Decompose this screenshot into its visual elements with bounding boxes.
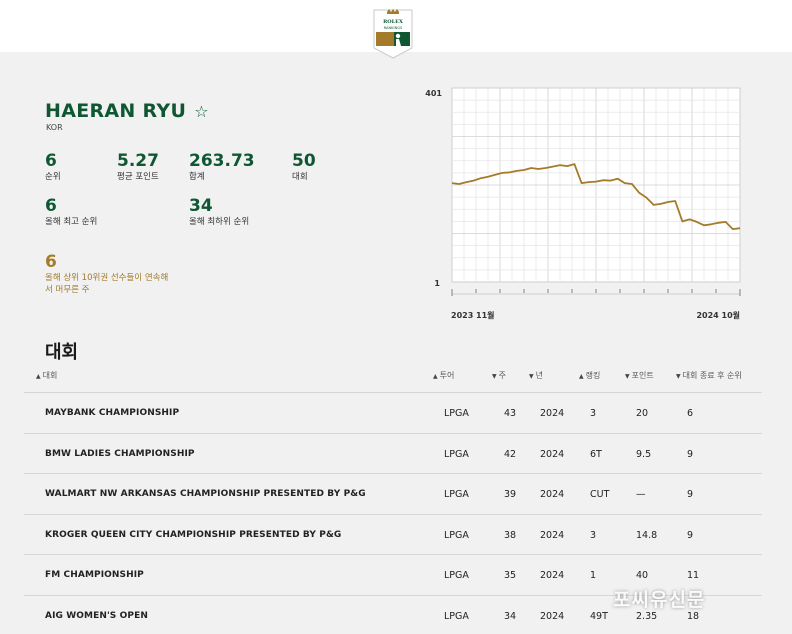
tournament-name[interactable]: KROGER QUEEN CITY CHAMPIONSHIP PRESENTED… — [45, 530, 341, 540]
year-cell: 2024 — [540, 570, 565, 581]
tour-cell: LPGA — [444, 489, 469, 500]
sort-up-icon: ▲ — [433, 373, 438, 380]
points-cell: 40 — [636, 570, 649, 581]
stat-weeks-in-top-10: 6 올해 상위 10위권 선수들이 연속해서 머무른 주 — [45, 252, 169, 295]
column-header-week[interactable]: ▼ 주 — [492, 370, 506, 381]
stat-rank: 6 순위 — [45, 151, 61, 182]
sort-up-icon: ▲ — [579, 373, 584, 380]
table-row[interactable]: KROGER QUEEN CITY CHAMPIONSHIP PRESENTED… — [24, 513, 762, 555]
column-header-year[interactable]: ▼ 년 — [529, 370, 543, 381]
rank-after-cell: 9 — [687, 489, 694, 500]
tournament-name[interactable]: AIG WOMEN'S OPEN — [45, 611, 148, 621]
tournament-name[interactable]: BMW LADIES CHAMPIONSHIP — [45, 449, 195, 459]
week-cell: 34 — [504, 610, 517, 622]
table-row[interactable]: MAYBANK CHAMPIONSHIP LPGA 43 2024 3 20 6 — [24, 392, 762, 433]
tournament-name[interactable]: WALMART NW ARKANSAS CHAMPIONSHIP PRESENT… — [45, 489, 366, 499]
rolex-rankings-logo[interactable]: ROLEX RANKINGS — [371, 6, 415, 60]
column-header-rank[interactable]: ▲ 랭킹 — [579, 370, 600, 381]
stat-events: 50 대회 — [292, 151, 316, 182]
chart-grid — [451, 87, 741, 283]
favorite-star-icon[interactable]: ☆ — [194, 102, 209, 121]
x-axis-start-label: 2023 11월 — [451, 310, 495, 320]
x-axis-ticks — [451, 289, 741, 296]
column-header-rank-after[interactable]: ▼ 대회 종료 후 순위 — [676, 370, 742, 381]
sort-down-icon: ▼ — [676, 373, 681, 380]
stat-worst-rank-this-year: 34 올해 최하위 순위 — [189, 196, 250, 227]
points-cell: 20 — [636, 408, 649, 419]
ranking-history-chart[interactable]: 401 1 2023 11월 2024 10월 — [420, 82, 760, 327]
rank-cell: 3 — [590, 408, 597, 419]
tour-cell: LPGA — [444, 529, 469, 541]
table-row[interactable]: BMW LADIES CHAMPIONSHIP LPGA 42 2024 6T … — [24, 432, 762, 474]
y-axis-bottom-label: 1 — [434, 279, 440, 288]
rank-cell: 49T — [590, 610, 608, 622]
player-name: HAERAN RYU ☆ — [45, 100, 209, 122]
tournament-name[interactable]: MAYBANK CHAMPIONSHIP — [45, 408, 179, 418]
y-axis-top-label: 401 — [425, 89, 442, 98]
week-cell: 39 — [504, 489, 517, 500]
tournaments-title: 대회 — [45, 342, 79, 363]
rank-cell: 3 — [590, 529, 597, 541]
points-cell: 14.8 — [636, 529, 658, 541]
year-cell: 2024 — [540, 489, 565, 500]
rank-cell: 6T — [590, 448, 602, 460]
crown-icon — [387, 9, 399, 14]
rank-after-cell: 18 — [687, 610, 700, 622]
sort-up-icon: ▲ — [36, 373, 41, 380]
week-cell: 42 — [504, 448, 517, 460]
sort-down-icon: ▼ — [492, 373, 497, 380]
x-axis-end-label: 2024 10월 — [696, 310, 740, 320]
points-cell: 9.5 — [636, 448, 652, 460]
newspaper-watermark: 포씨유신문 — [613, 589, 706, 611]
year-cell: 2024 — [540, 408, 565, 419]
points-cell: 2.35 — [636, 610, 658, 622]
column-header-tournament[interactable]: ▲ 대회 — [36, 370, 57, 381]
tour-cell: LPGA — [444, 570, 469, 581]
tournament-name[interactable]: FM CHAMPIONSHIP — [45, 570, 144, 580]
tour-cell: LPGA — [444, 408, 469, 419]
column-header-points[interactable]: ▼ 포인트 — [625, 370, 654, 381]
rank-after-cell: 9 — [687, 529, 694, 541]
year-cell: 2024 — [540, 529, 565, 541]
rank-after-cell: 11 — [687, 570, 700, 581]
week-cell: 35 — [504, 570, 517, 581]
points-cell: — — [636, 489, 646, 500]
year-cell: 2024 — [540, 610, 565, 622]
sort-down-icon: ▼ — [529, 373, 534, 380]
year-cell: 2024 — [540, 448, 565, 460]
svg-text:RANKINGS: RANKINGS — [384, 26, 403, 30]
week-cell: 38 — [504, 529, 517, 541]
stat-total: 263.73 합계 — [189, 151, 255, 182]
rank-cell: 1 — [590, 570, 597, 581]
tour-cell: LPGA — [444, 610, 469, 622]
stat-average-points: 5.27 평균 포인트 — [117, 151, 159, 182]
tour-cell: LPGA — [444, 448, 469, 460]
stat-best-rank-this-year: 6 올해 최고 순위 — [45, 196, 98, 227]
sort-down-icon: ▼ — [625, 373, 630, 380]
player-country: KOR — [46, 123, 63, 132]
table-row[interactable]: WALMART NW ARKANSAS CHAMPIONSHIP PRESENT… — [24, 473, 762, 514]
rank-after-cell: 9 — [687, 448, 694, 460]
column-header-tour[interactable]: ▲ 투어 — [433, 370, 454, 381]
rank-cell: CUT — [590, 489, 610, 500]
week-cell: 43 — [504, 408, 517, 419]
rank-after-cell: 6 — [687, 408, 694, 419]
svg-text:ROLEX: ROLEX — [383, 19, 403, 25]
